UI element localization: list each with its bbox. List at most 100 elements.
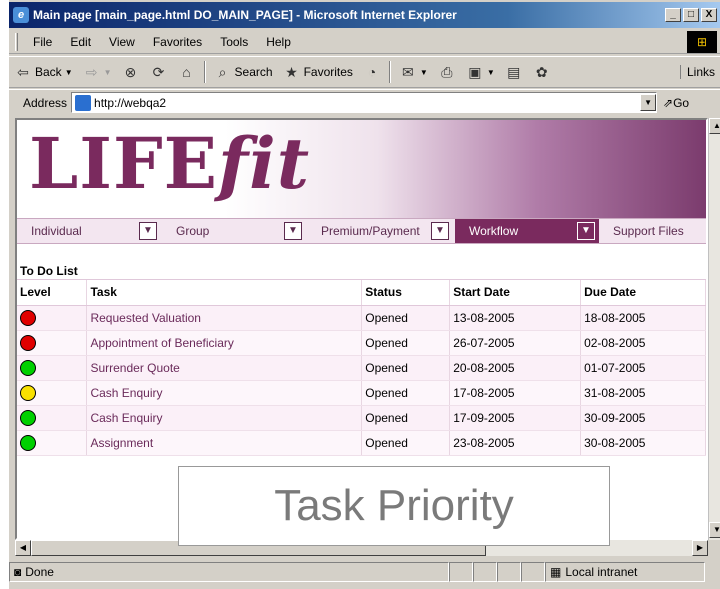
start-date-cell: 26-07-2005: [449, 330, 582, 356]
priority-dot-icon: [20, 409, 36, 426]
menu-help[interactable]: Help: [257, 35, 300, 49]
address-value[interactable]: http://webqa2: [94, 96, 640, 110]
menu-favorites[interactable]: Favorites: [144, 35, 211, 49]
chevron-down-icon[interactable]: ▼: [577, 222, 595, 240]
menu-view[interactable]: View: [100, 35, 144, 49]
status-cell: Opened: [361, 405, 451, 431]
table-row[interactable]: Cash Enquiry Opened 17-08-2005 31-08-2005: [17, 380, 706, 406]
messenger-button[interactable]: ✿: [528, 63, 556, 81]
level-cell: [17, 430, 88, 456]
todo-list: To Do List Level Task Status Start Date …: [17, 258, 706, 456]
table-row[interactable]: Requested Valuation Opened 13-08-2005 18-08…: [17, 305, 706, 331]
minimize-button[interactable]: _: [665, 8, 681, 22]
chevron-down-icon[interactable]: ▼: [431, 222, 449, 240]
title-bar: e Main page [main_page.html DO_MAIN_PAGE…: [9, 2, 720, 28]
edit-button[interactable]: ▣ ▼: [461, 63, 500, 81]
priority-dot-icon: [20, 309, 36, 326]
task-priority-caption: Task Priority: [178, 466, 610, 546]
scroll-up-button[interactable]: ▲: [709, 118, 720, 134]
task-cell[interactable]: Assignment: [86, 430, 363, 456]
todo-table: Level Task Status Start Date Due Date Re…: [17, 280, 706, 456]
close-button[interactable]: X: [701, 8, 717, 22]
due-date-cell: 01-07-2005: [580, 355, 706, 381]
scroll-right-button[interactable]: ▶: [692, 540, 708, 556]
scroll-left-button[interactable]: ◀: [15, 540, 31, 556]
go-arrow-icon: ⇗: [663, 95, 674, 110]
back-button[interactable]: ⇦ Back ▼: [9, 63, 78, 81]
col-task: Task: [86, 280, 363, 306]
level-cell: [17, 405, 88, 431]
go-button[interactable]: ⇗Go: [657, 96, 695, 110]
menu-tools[interactable]: Tools: [211, 35, 257, 49]
status-cell: Opened: [361, 330, 451, 356]
mail-icon: ✉: [402, 64, 414, 80]
favorites-button[interactable]: ★ Favorites: [278, 63, 358, 81]
start-date-cell: 17-08-2005: [449, 380, 582, 406]
windows-logo-icon: ⊞: [687, 30, 717, 53]
due-date-cell: 02-08-2005: [580, 330, 706, 356]
print-button[interactable]: ⎙: [433, 63, 461, 81]
priority-dot-icon: [20, 434, 36, 451]
status-cell: Opened: [361, 305, 451, 331]
address-bar: Address http://webqa2 ▼ ⇗Go: [9, 89, 720, 115]
stop-button[interactable]: ⊗: [117, 63, 145, 81]
refresh-icon: ⟳: [152, 64, 165, 80]
links-toolbar[interactable]: Links: [679, 65, 720, 79]
status-cell: Opened: [361, 380, 451, 406]
vertical-scrollbar[interactable]: ▲ ▼: [708, 118, 720, 540]
due-date-cell: 30-09-2005: [580, 405, 706, 431]
level-cell: [17, 380, 88, 406]
task-cell[interactable]: Cash Enquiry: [86, 405, 363, 431]
home-icon: ⌂: [182, 64, 191, 80]
task-cell[interactable]: Requested Valuation: [86, 305, 363, 331]
discuss-icon: ▤: [507, 64, 521, 80]
search-button[interactable]: ⌕ Search: [209, 63, 278, 81]
chevron-down-icon[interactable]: ▼: [284, 222, 302, 240]
history-button[interactable]: ◔: [358, 63, 386, 81]
priority-dot-icon: [20, 334, 36, 351]
todo-title: To Do List: [17, 258, 706, 280]
task-cell[interactable]: Surrender Quote: [86, 355, 363, 381]
menu-file[interactable]: File: [24, 35, 61, 49]
scroll-down-button[interactable]: ▼: [709, 522, 720, 538]
chevron-down-icon[interactable]: ▼: [139, 222, 157, 240]
table-row[interactable]: Cash Enquiry Opened 17-09-2005 30-09-2005: [17, 405, 706, 431]
window-title: Main page [main_page.html DO_MAIN_PAGE] …: [33, 8, 457, 22]
level-cell: [17, 330, 88, 356]
refresh-button[interactable]: ⟳: [145, 63, 173, 81]
mail-button[interactable]: ✉ ▼: [394, 63, 433, 81]
home-button[interactable]: ⌂: [173, 63, 201, 81]
task-cell[interactable]: Cash Enquiry: [86, 380, 363, 406]
stop-icon: ⊗: [124, 64, 137, 80]
priority-dot-icon: [20, 384, 36, 401]
task-cell[interactable]: Appointment of Beneficiary: [86, 330, 363, 356]
table-row[interactable]: Appointment of Beneficiary Opened 26-07-20…: [17, 330, 706, 356]
history-icon: ◔: [367, 64, 377, 80]
address-input[interactable]: http://webqa2 ▼: [71, 92, 658, 113]
address-dropdown-button[interactable]: ▼: [640, 94, 657, 111]
maximize-button[interactable]: □: [683, 8, 699, 22]
due-date-cell: 18-08-2005: [580, 305, 706, 331]
menu-edit[interactable]: Edit: [61, 35, 100, 49]
zone-indicator: ▦ Local intranet: [545, 562, 705, 582]
discuss-button[interactable]: ▤: [500, 63, 528, 81]
col-status: Status: [361, 280, 451, 306]
level-cell: [17, 305, 88, 331]
nav-support-files[interactable]: Support Files: [599, 219, 706, 243]
nav-workflow[interactable]: Workflow ▼: [455, 219, 599, 243]
print-icon: ⎙: [441, 64, 453, 80]
nav-individual[interactable]: Individual ▼: [17, 219, 162, 243]
table-row[interactable]: Surrender Quote Opened 20-08-2005 01-07-200…: [17, 355, 706, 381]
forward-button[interactable]: ⇨ ▼: [78, 63, 117, 81]
header-banner: LIFEfit: [17, 120, 706, 218]
status-text: ◙ Done: [9, 562, 449, 582]
table-row[interactable]: Assignment Opened 23-08-2005 30-08-2005: [17, 430, 706, 456]
forward-arrow-icon: ⇨: [85, 64, 98, 80]
start-date-cell: 17-09-2005: [449, 405, 582, 431]
nav-premium-payment[interactable]: Premium/Payment ▼: [307, 219, 455, 243]
status-cell: Opened: [361, 355, 451, 381]
intranet-icon: ▦: [550, 565, 562, 579]
nav-group[interactable]: Group ▼: [162, 219, 307, 243]
start-date-cell: 23-08-2005: [449, 430, 582, 456]
edit-icon: ▣: [468, 64, 482, 80]
